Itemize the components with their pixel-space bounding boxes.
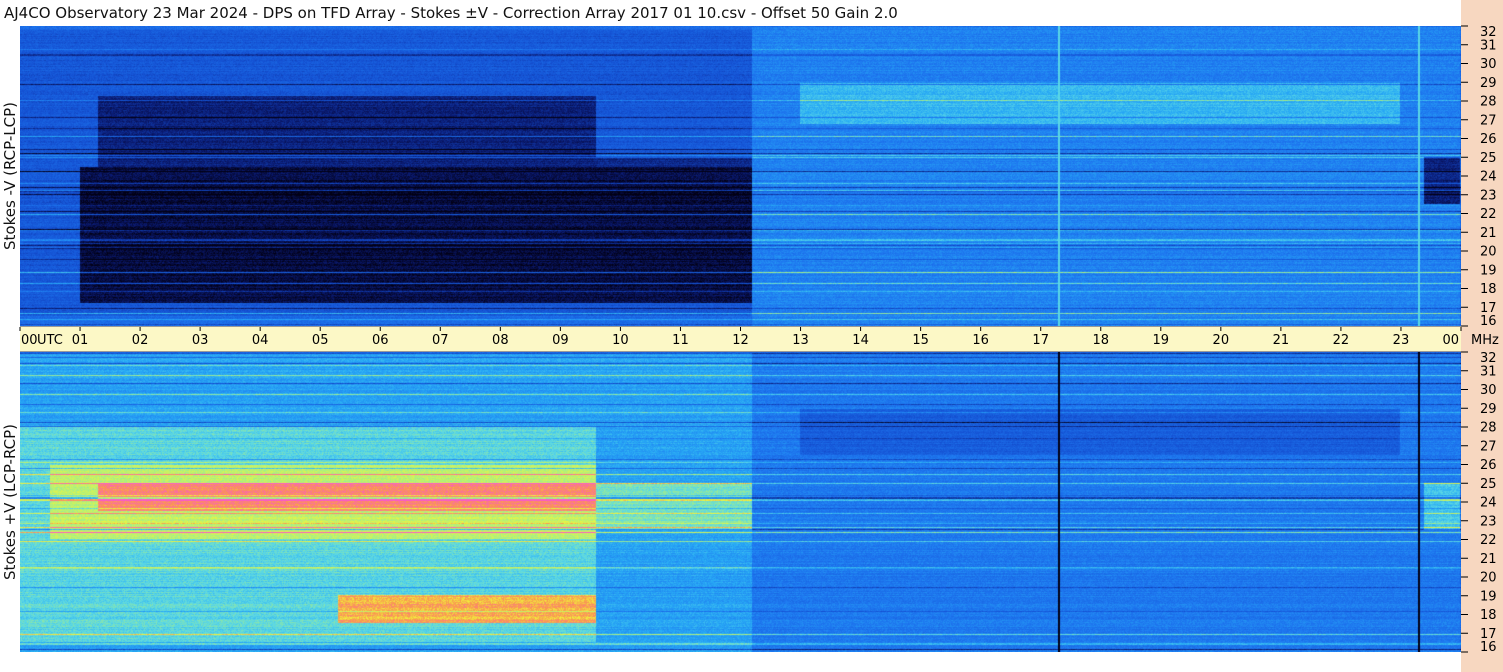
- time-tick-label-5: 05: [312, 333, 329, 348]
- time-tick-label-14: 14: [852, 333, 869, 348]
- utc-label: UTC: [37, 333, 63, 348]
- time-tick-label-16: 16: [972, 333, 989, 348]
- top-freq-tick-label-16: 16: [1480, 314, 1497, 329]
- top-freq-tick-label-24: 24: [1480, 170, 1497, 185]
- time-tick-label-20: 20: [1213, 333, 1230, 348]
- top-freq-tick-label-31: 31: [1480, 38, 1497, 53]
- top-freq-tick-label-17: 17: [1480, 301, 1497, 316]
- time-tick-label-3: 03: [192, 333, 209, 348]
- top-freq-tick-group: 1617 18 19 20 21 22 23 24 25 26 27 28 29 30 3132: [1461, 25, 1497, 329]
- top-freq-tick-label-29: 29: [1480, 76, 1497, 91]
- bottom-freq-tick-label-31: 31: [1480, 364, 1497, 379]
- time-tick-label-8: 08: [492, 333, 509, 348]
- top-freq-tick-label-32: 32: [1480, 25, 1497, 40]
- top-freq-tick-label-18: 18: [1480, 282, 1497, 297]
- bottom-freq-tick-label-24: 24: [1480, 496, 1497, 511]
- time-tick-label-13: 13: [792, 333, 809, 348]
- time-tick-label-21: 21: [1273, 333, 1290, 348]
- time-tick-label-22: 22: [1333, 333, 1350, 348]
- bottom-freq-tick-label-22: 22: [1480, 533, 1497, 548]
- top-freq-tick-label-23: 23: [1480, 188, 1497, 203]
- time-tick-label-18: 18: [1092, 333, 1109, 348]
- bottom-freq-tick-group: 1617 18 19 20 21 22 23 24 25 26 27 28 29 30 3132: [1461, 351, 1497, 655]
- time-tick-label-24: 00: [1442, 333, 1459, 348]
- time-tick-label-4: 04: [252, 333, 269, 348]
- bottom-freq-tick-label-19: 19: [1480, 589, 1497, 604]
- top-freq-tick-label-22: 22: [1480, 207, 1497, 222]
- top-freq-tick-label-20: 20: [1480, 245, 1497, 260]
- top-freq-tick-label-26: 26: [1480, 132, 1497, 147]
- time-tick-label-0: 00: [21, 333, 38, 348]
- time-tick-label-12: 12: [732, 333, 749, 348]
- bottom-freq-tick-label-21: 21: [1480, 552, 1497, 567]
- bottom-freq-tick-label-23: 23: [1480, 514, 1497, 529]
- top-freq-tick-label-21: 21: [1480, 226, 1497, 241]
- time-tick-label-23: 23: [1393, 333, 1410, 348]
- mhz-label: MHz: [1471, 333, 1499, 348]
- time-tick-label-11: 11: [672, 333, 689, 348]
- bottom-freq-tick-label-26: 26: [1480, 458, 1497, 473]
- time-tick-label-10: 10: [612, 333, 629, 348]
- bottom-freq-tick-label-20: 20: [1480, 571, 1497, 586]
- top-freq-tick-label-30: 30: [1480, 57, 1497, 72]
- time-tick-label-17: 17: [1032, 333, 1049, 348]
- bottom-freq-tick-label-18: 18: [1480, 608, 1497, 623]
- axis-overlay: 00 01 02 03 04 05 06 07 08 09 10 11 12 13 14 15 16 17 18 19…: [19, 25, 1499, 655]
- time-tick-label-15: 15: [912, 333, 929, 348]
- top-freq-tick-label-28: 28: [1480, 95, 1497, 110]
- bottom-freq-tick-label-25: 25: [1480, 477, 1497, 492]
- bottom-freq-tick-label-16: 16: [1480, 640, 1497, 655]
- time-tick-label-9: 09: [552, 333, 569, 348]
- time-tick-label-7: 07: [432, 333, 449, 348]
- bottom-freq-tick-label-17: 17: [1480, 627, 1497, 642]
- time-tick-group: 00 01 02 03 04 05 06 07 08 09 10 11 12 13 14 15 16 17 18 19…: [19, 327, 1499, 348]
- bottom-freq-tick-label-29: 29: [1480, 402, 1497, 417]
- time-tick-label-1: 01: [72, 333, 89, 348]
- top-freq-tick-label-25: 25: [1480, 151, 1497, 166]
- time-tick-label-6: 06: [372, 333, 389, 348]
- time-tick-label-2: 02: [132, 333, 149, 348]
- bottom-freq-tick-label-32: 32: [1480, 351, 1497, 366]
- bottom-freq-tick-label-30: 30: [1480, 383, 1497, 398]
- time-tick-label-19: 19: [1153, 333, 1170, 348]
- bottom-freq-tick-label-28: 28: [1480, 421, 1497, 436]
- top-freq-tick-label-19: 19: [1480, 263, 1497, 278]
- top-freq-tick-label-27: 27: [1480, 113, 1497, 128]
- bottom-freq-tick-label-27: 27: [1480, 439, 1497, 454]
